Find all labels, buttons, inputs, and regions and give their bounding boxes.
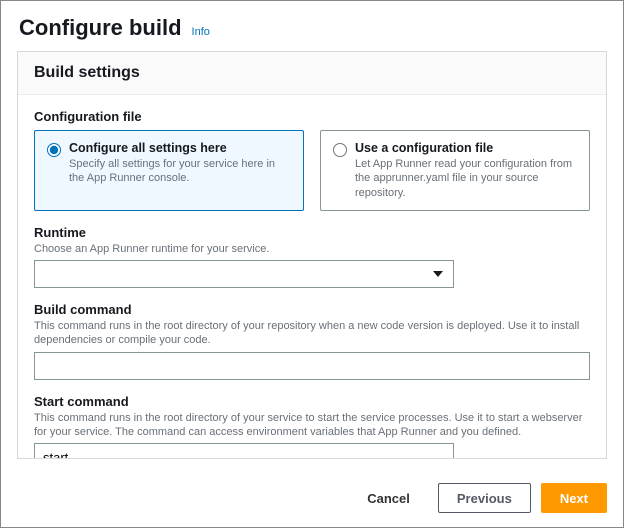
cancel-button[interactable]: Cancel bbox=[349, 483, 428, 513]
runtime-desc: Choose an App Runner runtime for your se… bbox=[34, 242, 590, 256]
radio-file-desc: Let App Runner read your configuration f… bbox=[355, 157, 579, 200]
build-command-input[interactable] bbox=[34, 352, 590, 380]
chevron-down-icon bbox=[433, 271, 443, 277]
radio-here-desc: Specify all settings for your service he… bbox=[69, 157, 293, 186]
next-button[interactable]: Next bbox=[541, 483, 607, 513]
config-file-heading: Configuration file bbox=[34, 109, 590, 124]
info-link[interactable]: Info bbox=[192, 26, 210, 38]
radio-file-title: Use a configuration file bbox=[355, 141, 579, 155]
build-command-heading: Build command bbox=[34, 302, 590, 317]
previous-button[interactable]: Previous bbox=[438, 483, 531, 513]
start-command-desc: This command runs in the root directory … bbox=[34, 411, 590, 440]
page-title: Configure build bbox=[19, 15, 182, 41]
build-command-desc: This command runs in the root directory … bbox=[34, 319, 590, 348]
panel-title: Build settings bbox=[18, 52, 606, 95]
start-command-input[interactable] bbox=[34, 443, 454, 459]
radio-here-title: Configure all settings here bbox=[69, 141, 293, 155]
radio-configure-here[interactable]: Configure all settings here Specify all … bbox=[34, 130, 304, 211]
build-settings-panel: Build settings Configuration file Config… bbox=[17, 51, 607, 459]
runtime-heading: Runtime bbox=[34, 225, 590, 240]
runtime-select[interactable] bbox=[34, 260, 454, 288]
radio-use-config-file[interactable]: Use a configuration file Let App Runner … bbox=[320, 130, 590, 211]
wizard-footer: Cancel Previous Next bbox=[1, 475, 623, 527]
radio-use-config-file-input[interactable] bbox=[333, 143, 347, 157]
radio-configure-here-input[interactable] bbox=[47, 143, 61, 157]
start-command-heading: Start command bbox=[34, 394, 590, 409]
